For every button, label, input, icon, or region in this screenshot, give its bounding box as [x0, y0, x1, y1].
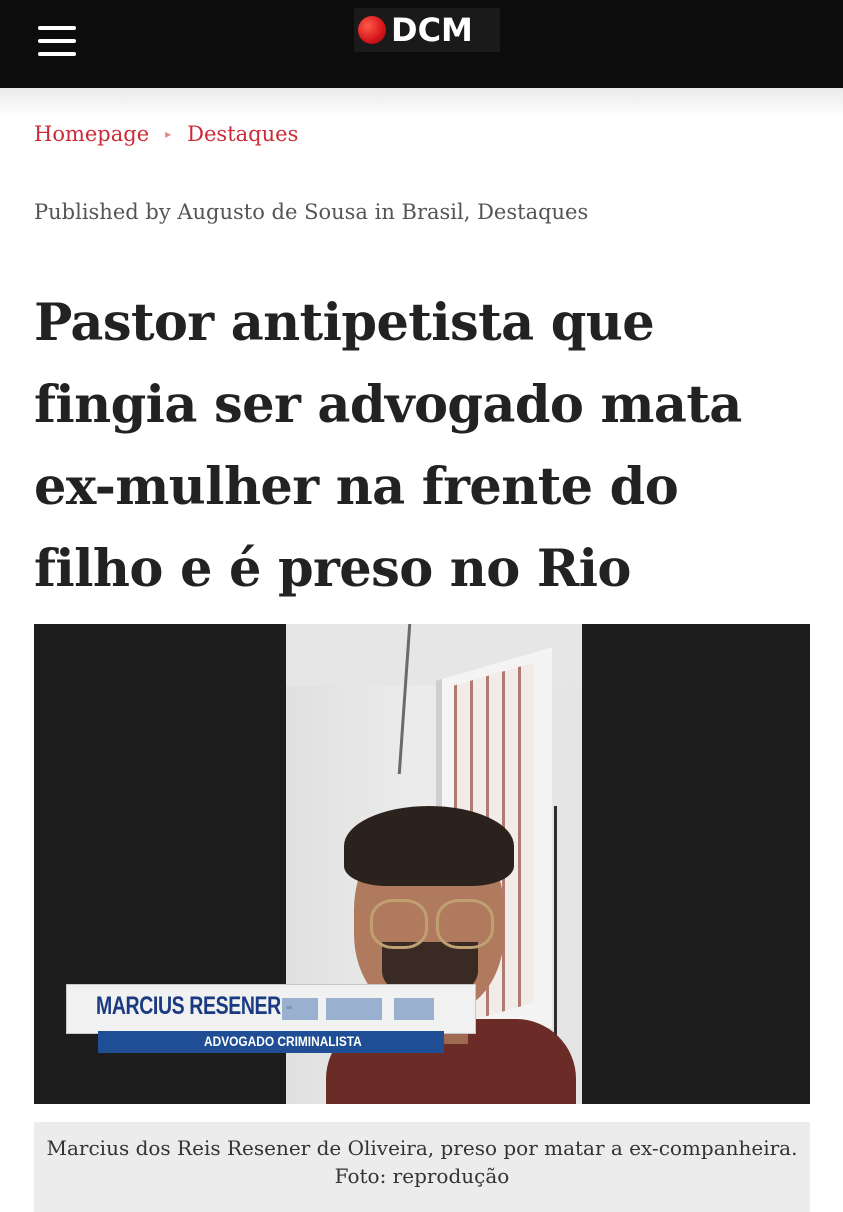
logo-dot-icon [358, 16, 386, 44]
breadcrumb-homepage[interactable]: Homepage [34, 122, 149, 146]
hamburger-menu-icon[interactable] [38, 24, 78, 58]
lower-third-role: ADVOGADO CRIMINALISTA [204, 1033, 362, 1049]
article-headline: Pastor antipetista que fingia ser advoga… [34, 293, 742, 599]
glasses-icon [370, 899, 428, 949]
breadcrumb: Homepage ▸ Destaques [34, 122, 298, 146]
article-byline: Published by Augusto de Sousa in Brasil,… [34, 200, 589, 224]
breadcrumb-separator-icon: ▸ [165, 127, 172, 141]
site-logo[interactable]: DCM [354, 8, 500, 52]
breadcrumb-destaques[interactable]: Destaques [187, 122, 298, 146]
lower-third-name: MARCIUS RESENER - [96, 992, 292, 1020]
redaction-blur [282, 998, 318, 1020]
photo-caption: Marcius dos Reis Resener de Oliveira, pr… [34, 1122, 810, 1212]
top-bar: DCM [0, 0, 843, 88]
header-shadow [0, 88, 843, 116]
article-photo: MARCIUS RESENER - ADVOGADO CRIMINALISTA [34, 624, 810, 1104]
logo-text: DCM [391, 11, 473, 49]
